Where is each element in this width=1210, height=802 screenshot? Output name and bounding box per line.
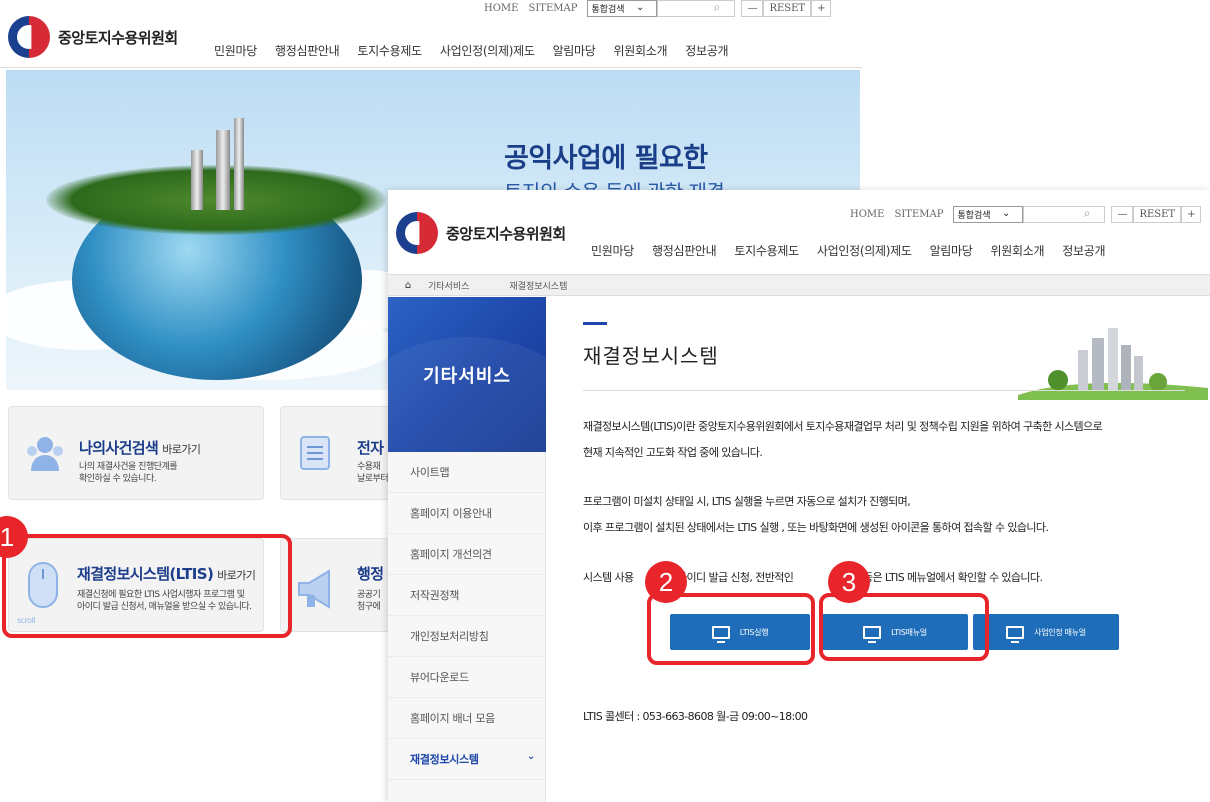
sidebar-menu: 사이트맵 홈페이지 이용안내 홈페이지 개선의견 저작권정책 개인정보처리방침 … <box>388 452 546 802</box>
back-zoom-in-button[interactable]: + <box>811 0 832 17</box>
breadcrumb: ⌂ 기타서비스 재결정보시스템 <box>388 274 1210 296</box>
chevron-down-icon: ⌄ <box>636 2 645 13</box>
sidebar-item-feedback[interactable]: 홈페이지 개선의견 <box>388 534 545 575</box>
sidebar-item-sitemap[interactable]: 사이트맵 <box>388 452 545 493</box>
back-logo[interactable]: 중앙토지수용위원회 <box>8 16 178 58</box>
back-home-link[interactable]: HOME <box>484 3 518 14</box>
highlight-box-2 <box>647 593 815 665</box>
marker-2: 2 <box>645 561 687 603</box>
back-nav-item[interactable]: 사업인정(의제)제도 <box>440 42 535 59</box>
highlight-box-3 <box>819 593 989 661</box>
document-icon <box>300 436 330 470</box>
case-search-card[interactable]: 나의사건검색 바로가기 나의 재결사건을 진행단계를 확인하실 수 있습니다. <box>8 406 264 500</box>
front-logo-text: 중앙토지수용위원회 <box>446 224 566 243</box>
sidebar-title: 기타서비스 <box>388 297 546 452</box>
sidebar-item-copyright[interactable]: 저작권정책 <box>388 575 545 616</box>
city-illustration <box>1018 328 1208 400</box>
back-main-nav: 민원마당 행정심판안내 토지수용제도 사업인정(의제)제도 알림마당 위원회소개… <box>214 42 746 59</box>
building-illustration <box>191 150 203 210</box>
back-zoom-out-button[interactable]: — <box>741 0 764 17</box>
front-utility-bar: HOME SITEMAP 통합검색 ⌄ ⌕ — RESET + <box>850 206 1202 223</box>
front-search-select-value: 통합검색 <box>957 211 991 221</box>
front-nav-item[interactable]: 알림마당 <box>930 242 973 259</box>
front-zoom-out-button[interactable]: — <box>1111 206 1134 223</box>
front-search-input[interactable]: ⌕ <box>1023 206 1106 223</box>
monitor-icon <box>1006 625 1025 643</box>
back-sitemap-link[interactable]: SITEMAP <box>528 3 577 14</box>
back-reset-button[interactable]: RESET <box>763 0 812 17</box>
sidebar-item-viewer[interactable]: 뷰어다운로드 <box>388 657 545 698</box>
project-manual-button[interactable]: 사업인정 매뉴얼 <box>973 614 1119 650</box>
back-search-input[interactable]: ⌕ <box>657 0 736 17</box>
chevron-down-icon: ⌄ <box>526 751 535 762</box>
back-nav-item[interactable]: 알림마당 <box>553 42 596 59</box>
users-icon <box>27 437 63 471</box>
front-home-link[interactable]: HOME <box>850 209 884 220</box>
front-nav-item[interactable]: 사업인정(의제)제도 <box>817 242 912 259</box>
building-illustration <box>234 118 244 210</box>
breadcrumb-item[interactable]: 기타서비스 <box>428 279 469 292</box>
front-nav-item[interactable]: 위원회소개 <box>991 242 1045 259</box>
callcenter-info: LTIS 콜센터 : 053-663-8608 월-금 09:00~18:00 <box>583 710 808 723</box>
install-text: 이후 프로그램이 설치된 상태에서는 LTIS 실행 , 또는 바탕화면에 생성… <box>583 521 1049 534</box>
chevron-down-icon: ⌄ <box>1002 208 1011 219</box>
megaphone-icon <box>298 569 330 609</box>
government-emblem-icon <box>396 212 438 254</box>
building-illustration <box>216 130 230 210</box>
back-utility-bar: HOME SITEMAP 통합검색 ⌄ ⌕ — RESET + <box>484 0 832 17</box>
front-logo[interactable]: 중앙토지수용위원회 <box>396 212 566 254</box>
search-icon[interactable]: ⌕ <box>714 0 721 15</box>
front-sitemap-link[interactable]: SITEMAP <box>894 209 943 220</box>
government-emblem-icon <box>8 16 50 58</box>
title-divider <box>583 390 1185 391</box>
back-header: 중앙토지수용위원회 HOME SITEMAP 통합검색 ⌄ ⌕ — RESET +… <box>0 0 862 68</box>
admin-desc: 공공기 청구에 <box>357 590 381 612</box>
back-nav-item[interactable]: 정보공개 <box>685 42 728 59</box>
sidebar-item-privacy[interactable]: 개인정보처리방침 <box>388 616 545 657</box>
back-nav-item[interactable]: 위원회소개 <box>614 42 668 59</box>
manual-text: 아이디 발급 신청, 전반적인 <box>677 571 794 584</box>
sidebar-item-usage-guide[interactable]: 홈페이지 이용안내 <box>388 493 545 534</box>
front-nav-item[interactable]: 정보공개 <box>1062 242 1105 259</box>
marker-3: 3 <box>828 561 870 603</box>
case-search-desc: 나의 재결사건을 진행단계를 확인하실 수 있습니다. <box>79 462 178 484</box>
front-nav-item[interactable]: 행정심판안내 <box>652 242 717 259</box>
intro-text: 현재 지속적인 고도화 작업 중에 있습니다. <box>583 446 763 459</box>
front-window: 중앙토지수용위원회 HOME SITEMAP 통합검색 ⌄ ⌕ — RESET +… <box>388 190 1210 802</box>
front-nav-item[interactable]: 민원마당 <box>591 242 634 259</box>
back-nav-item[interactable]: 민원마당 <box>214 42 257 59</box>
case-search-shortcut-link[interactable]: 바로가기 <box>162 443 201 456</box>
back-nav-item[interactable]: 행정심판안내 <box>275 42 340 59</box>
sidebar-item-ltis[interactable]: 재결정보시스템 ⌄ <box>388 739 545 780</box>
back-logo-text: 중앙토지수용위원회 <box>58 28 178 47</box>
manual-text: 등은 LTIS 메뉴얼에서 확인할 수 있습니다. <box>863 571 1043 584</box>
case-search-title: 나의사건검색 바로가기 <box>79 439 201 457</box>
back-search-select[interactable]: 통합검색 ⌄ <box>587 0 658 17</box>
highlight-box-1 <box>2 534 292 638</box>
front-main-nav: 민원마당 행정심판안내 토지수용제도 사업인정(의제)제도 알림마당 위원회소개… <box>591 242 1106 259</box>
home-icon[interactable]: ⌂ <box>388 280 428 291</box>
sidebar-item-banners[interactable]: 홈페이지 배너 모음 <box>388 698 545 739</box>
hero-title: 공익사업에 필요한 <box>504 143 708 174</box>
manual-text: 시스템 사용 <box>583 571 634 584</box>
breadcrumb-item[interactable]: 재결정보시스템 <box>509 279 567 292</box>
intro-text: 재결정보시스템(LTIS)이란 중앙토지수용위원회에서 토지수용재결업무 처리 … <box>583 420 1103 433</box>
install-text: 프로그램이 미설치 상태일 시, LTIS 실행을 누르면 자동으로 설치가 진… <box>583 495 911 508</box>
search-icon[interactable]: ⌕ <box>1084 206 1091 221</box>
front-nav-item[interactable]: 토지수용제도 <box>734 242 799 259</box>
page-title: 재결정보시스템 <box>583 344 719 368</box>
electronic-title: 전자 <box>357 439 384 457</box>
front-search-select[interactable]: 통합검색 ⌄ <box>953 206 1024 223</box>
front-zoom-in-button[interactable]: + <box>1181 206 1202 223</box>
back-nav-item[interactable]: 토지수용제도 <box>357 42 422 59</box>
title-accent-bar <box>583 322 607 325</box>
front-reset-button[interactable]: RESET <box>1133 206 1182 223</box>
admin-title: 행정 <box>357 565 384 583</box>
back-search-select-value: 통합검색 <box>591 5 625 15</box>
electronic-desc: 수용재 날로부터 <box>357 462 389 484</box>
sidebar-item-ltis-label: 재결정보시스템 <box>410 753 479 766</box>
